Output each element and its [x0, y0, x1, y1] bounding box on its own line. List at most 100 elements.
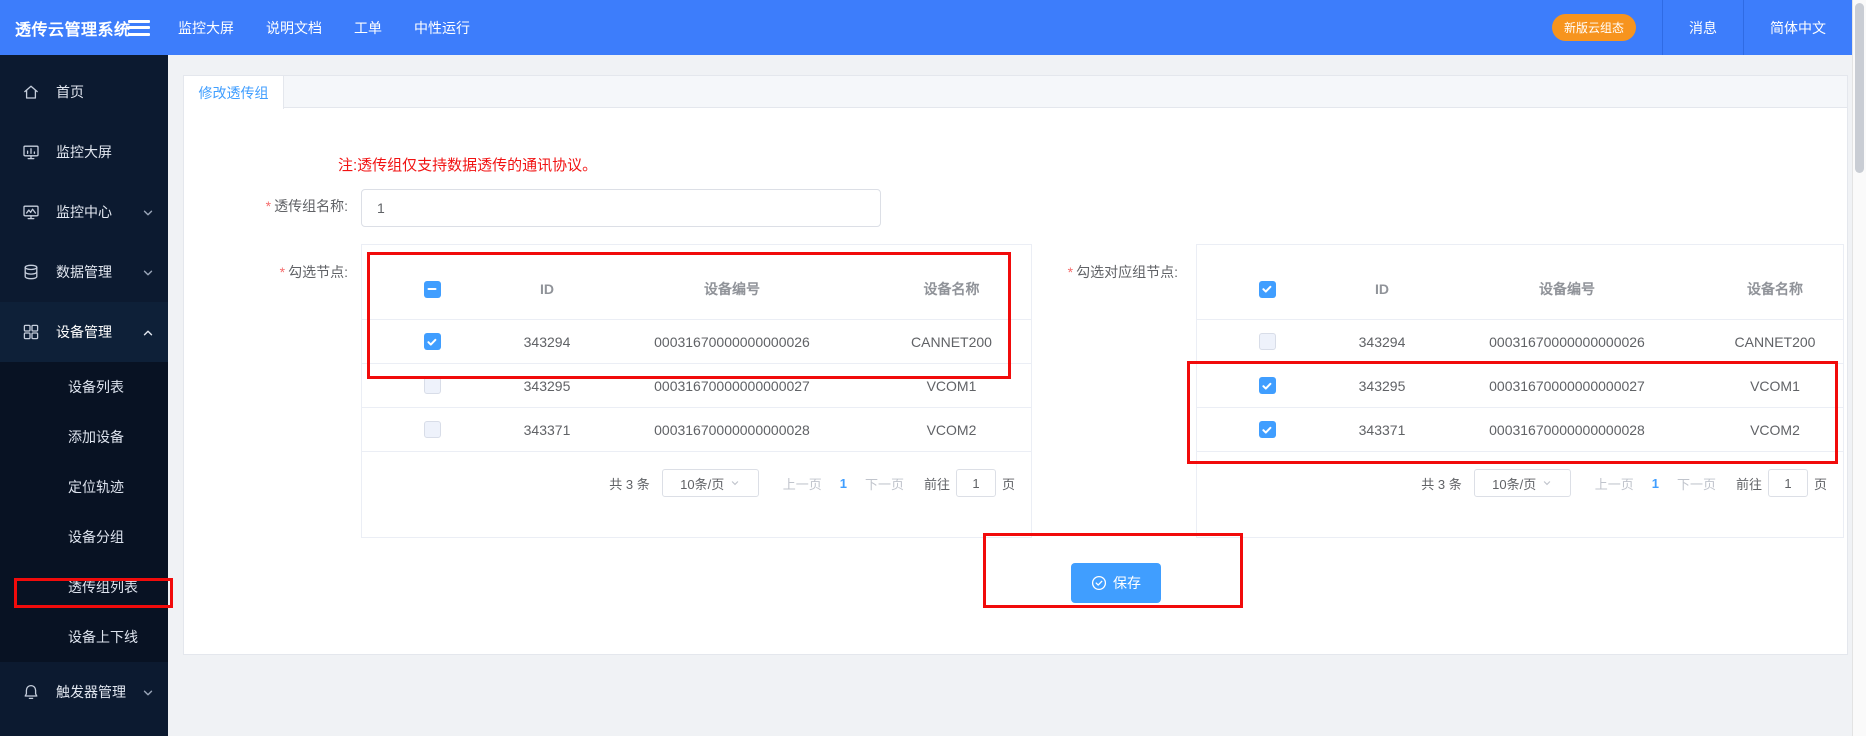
- chevron-up-icon: [142, 326, 154, 338]
- nav-item-neutral-run[interactable]: 中性运行: [414, 18, 470, 38]
- table-row: 343295 00031670000000000027 VCOM1: [1197, 364, 1843, 408]
- top-navbar: 透传云管理系统 监控大屏 说明文档 工单 中性运行 新版云组态 消息 简体中文: [0, 0, 1852, 55]
- chevron-down-icon: [142, 266, 154, 278]
- group-nodes-table: ID 设备编号 设备名称 343294 00031670000000000026…: [1196, 244, 1844, 538]
- protocol-note: 注:透传组仅支持数据透传的通讯协议。: [338, 157, 598, 174]
- pagination-total: 共 3 条: [1421, 476, 1462, 492]
- save-button[interactable]: 保存: [1071, 563, 1161, 603]
- goto-unit-label: 页: [1001, 476, 1015, 492]
- nav-item-docs[interactable]: 说明文档: [266, 18, 322, 38]
- cell-name: CANNET200: [1734, 333, 1816, 350]
- top-menu: 监控大屏 说明文档 工单 中性运行: [178, 0, 470, 55]
- column-header-code: 设备编号: [704, 281, 760, 297]
- sidebar-subitem-location-track[interactable]: 定位轨迹: [0, 462, 168, 512]
- row-checkbox-checked[interactable]: [1258, 421, 1276, 438]
- select-group-nodes-label: * 勾选对应组节点:: [1067, 264, 1178, 280]
- scrollbar-thumb[interactable]: [1855, 3, 1864, 173]
- cell-code: 00031670000000000027: [1489, 377, 1645, 394]
- sidebar-subitem-device-online-offline[interactable]: 设备上下线: [0, 612, 168, 662]
- table-header-row: ID 设备编号 设备名称: [362, 245, 1031, 320]
- row-checkbox-checked[interactable]: [1258, 377, 1276, 394]
- cell-id: 343295: [523, 377, 571, 394]
- cell-code: 00031670000000000028: [1489, 421, 1645, 438]
- pagination: 共 3 条 10条/页 上一页 1 下一页 前往 页: [609, 469, 1015, 497]
- cell-name: CANNET200: [911, 333, 992, 350]
- tab-edit-passthrough-group[interactable]: 修改透传组: [184, 76, 284, 109]
- goto-label: 前往: [923, 476, 950, 492]
- sidebar-subitem-device-group[interactable]: 设备分组: [0, 512, 168, 562]
- column-header-code: 设备编号: [1539, 281, 1595, 297]
- grid-icon: [22, 323, 40, 341]
- select-all-checkbox-indeterminate[interactable]: [423, 280, 441, 298]
- messages-button[interactable]: 消息: [1663, 18, 1743, 38]
- sidebar-item-trigger-management[interactable]: 触发器管理: [0, 662, 168, 722]
- hamburger-menu-icon[interactable]: [128, 16, 152, 38]
- row-checkbox-unchecked[interactable]: [423, 421, 441, 438]
- home-icon: [22, 83, 40, 101]
- next-page-button[interactable]: 下一页: [1677, 474, 1716, 493]
- prev-page-button[interactable]: 上一页: [1595, 474, 1634, 493]
- goto-page-input[interactable]: [955, 469, 996, 497]
- table-row: 343371 00031670000000000028 VCOM2: [362, 408, 1031, 452]
- current-page-number[interactable]: 1: [840, 476, 847, 491]
- current-page-number[interactable]: 1: [1652, 476, 1659, 491]
- cell-id: 343295: [1358, 377, 1406, 394]
- goto-page-input[interactable]: [1767, 469, 1808, 497]
- language-switcher[interactable]: 简体中文: [1744, 18, 1852, 38]
- cell-id: 343294: [1358, 333, 1406, 350]
- row-checkbox-checked[interactable]: [423, 333, 441, 350]
- sidebar-item-big-screen[interactable]: 监控大屏: [0, 122, 168, 182]
- big-screen-icon: [22, 143, 40, 161]
- edit-passthrough-group-card: 修改透传组 注:透传组仅支持数据透传的通讯协议。 *透传组名称: *勾选节点: …: [183, 75, 1848, 655]
- tab-bar: [184, 76, 1847, 108]
- cell-id: 343371: [523, 421, 571, 438]
- new-cloud-config-button[interactable]: 新版云组态: [1551, 14, 1636, 41]
- cell-name: VCOM2: [926, 421, 977, 438]
- cell-id: 343294: [523, 333, 571, 350]
- navbar-right: 新版云组态 消息 简体中文: [1551, 0, 1852, 55]
- chevron-down-icon: [142, 206, 154, 218]
- pagination-total: 共 3 条: [609, 476, 650, 492]
- select-all-checkbox-checked[interactable]: [1258, 280, 1276, 298]
- app-logo: 透传云管理系统: [15, 21, 131, 39]
- cell-code: 00031670000000000028: [654, 421, 810, 438]
- group-name-input[interactable]: [361, 189, 881, 227]
- table-row: 343295 00031670000000000027 VCOM1: [362, 364, 1031, 408]
- chevron-down-icon: [731, 481, 739, 486]
- sidebar-subitem-add-device[interactable]: 添加设备: [0, 412, 168, 462]
- cell-code: 00031670000000000027: [654, 377, 810, 394]
- sidebar-item-label: 触发器管理: [56, 684, 126, 700]
- sidebar-item-label: 监控中心: [56, 204, 112, 220]
- pagination: 共 3 条 10条/页 上一页 1 下一页 前往 页: [1421, 469, 1827, 497]
- sidebar-subitem-device-list[interactable]: 设备列表: [0, 362, 168, 412]
- page-size-select[interactable]: 10条/页: [661, 469, 759, 497]
- row-checkbox-unchecked[interactable]: [423, 377, 441, 394]
- cell-name: VCOM1: [926, 377, 977, 394]
- nav-item-monitor-screen[interactable]: 监控大屏: [178, 18, 234, 38]
- main-content: 修改透传组 注:透传组仅支持数据透传的通讯协议。 *透传组名称: *勾选节点: …: [168, 55, 1852, 736]
- column-header-id: ID: [540, 281, 554, 297]
- select-nodes-label: * 勾选节点:: [279, 264, 348, 280]
- group-name-label: * 透传组名称:: [265, 198, 348, 214]
- nodes-table: ID 设备编号 设备名称 343294 00031670000000000026…: [361, 244, 1032, 538]
- database-icon: [22, 263, 40, 281]
- table-row: 343294 00031670000000000026 CANNET200: [1197, 320, 1843, 364]
- sidebar-item-device-management[interactable]: 设备管理: [0, 302, 168, 362]
- row-checkbox-unchecked[interactable]: [1258, 333, 1276, 350]
- sidebar-item-home[interactable]: 首页: [0, 62, 168, 122]
- sidebar-item-data-management[interactable]: 数据管理: [0, 242, 168, 302]
- page-size-select[interactable]: 10条/页: [1473, 469, 1571, 497]
- sidebar-subitem-passthrough-group-list[interactable]: 透传组列表: [0, 562, 168, 612]
- cell-name: VCOM2: [1750, 421, 1800, 438]
- table-header-row: ID 设备编号 设备名称: [1197, 245, 1843, 320]
- chevron-down-icon: [1543, 481, 1551, 486]
- prev-page-button[interactable]: 上一页: [783, 474, 822, 493]
- required-asterisk: *: [265, 198, 272, 214]
- table-row: 343371 00031670000000000028 VCOM2: [1197, 408, 1843, 452]
- cell-code: 00031670000000000026: [654, 333, 810, 350]
- page-scrollbar[interactable]: [1852, 0, 1866, 736]
- sidebar-item-monitor-center[interactable]: 监控中心: [0, 182, 168, 242]
- next-page-button[interactable]: 下一页: [865, 474, 904, 493]
- sidebar-item-label: 设备管理: [56, 324, 112, 340]
- nav-item-workorder[interactable]: 工单: [354, 18, 382, 38]
